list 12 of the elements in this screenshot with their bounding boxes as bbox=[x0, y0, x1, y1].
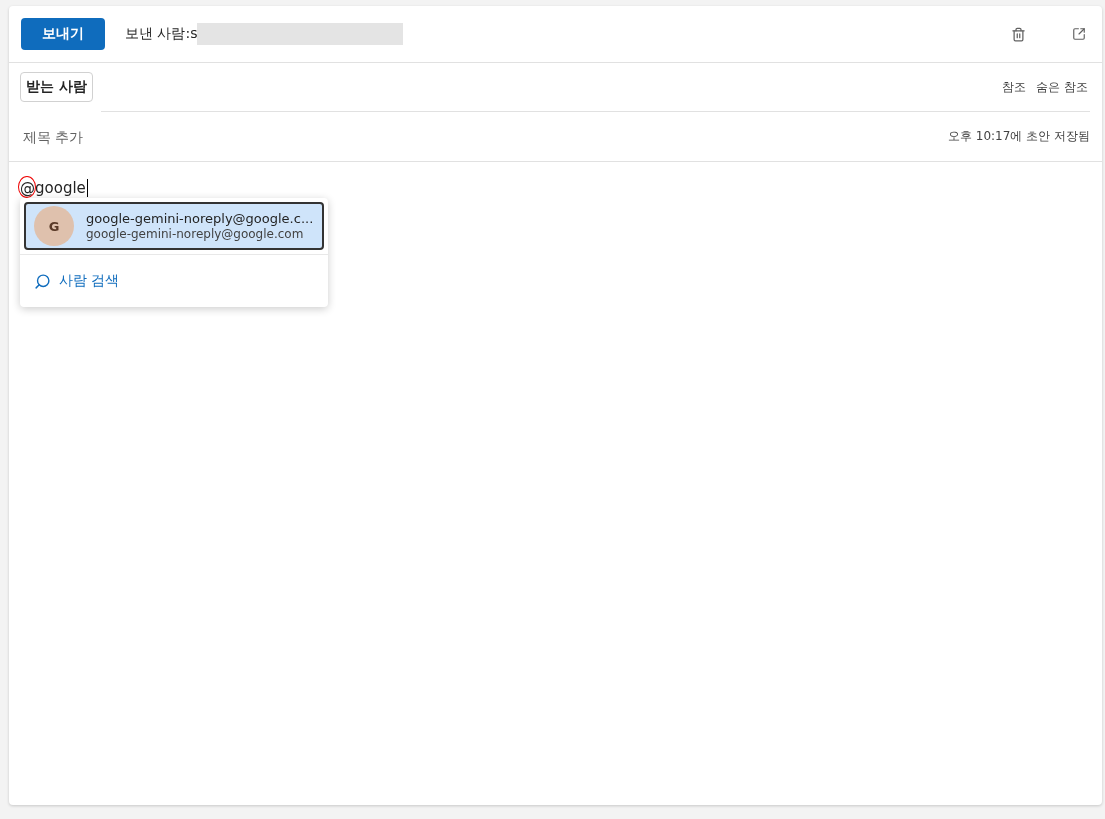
avatar: G bbox=[34, 206, 74, 246]
contact-name: google-gemini-noreply@google.c... bbox=[86, 210, 314, 227]
bcc-link[interactable]: 숨은 참조 bbox=[1033, 78, 1091, 96]
cc-link[interactable]: 참조 bbox=[999, 78, 1030, 96]
contact-email: google-gemini-noreply@google.com bbox=[86, 227, 305, 242]
suggestion-item[interactable]: G google-gemini-noreply@google.c... google-gemini-noreply@google.com bbox=[24, 202, 324, 250]
send-button[interactable]: 보내기 bbox=[21, 18, 105, 50]
search-people-button[interactable]: 사람 검색 bbox=[24, 255, 130, 307]
to-button[interactable]: 받는 사람 bbox=[20, 72, 93, 102]
search-icon bbox=[34, 272, 51, 290]
draft-saved-status: 오후 10:17에 초안 저장됨 bbox=[947, 128, 1090, 145]
from-label: 보낸 사람:s bbox=[125, 25, 198, 43]
